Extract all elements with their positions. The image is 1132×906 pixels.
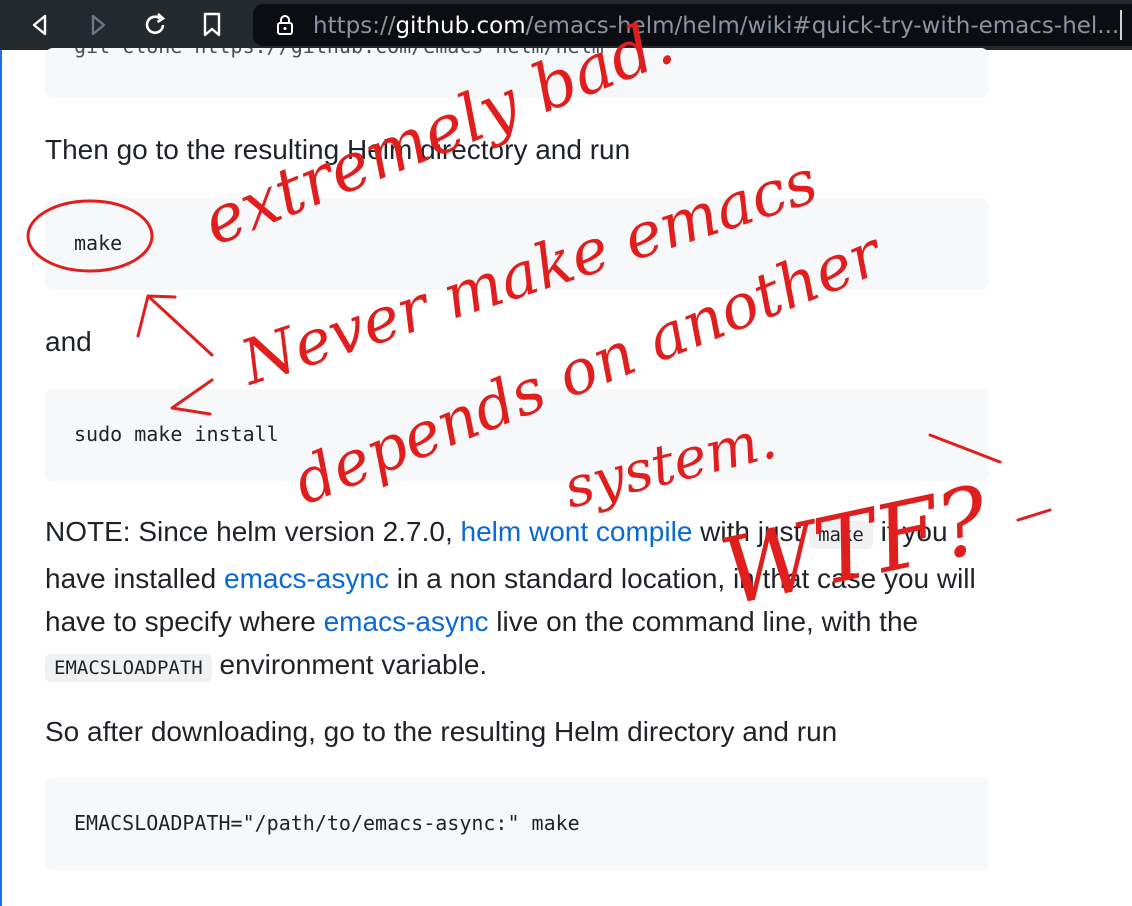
forward-icon [91, 14, 106, 36]
window-edge [0, 50, 2, 906]
paragraph-so-after: So after downloading, go to the resultin… [45, 716, 838, 747]
forward-button[interactable] [80, 8, 116, 42]
address-bar[interactable]: https://github.com/emacs-helm/helm/wiki#… [253, 4, 1132, 46]
inline-code-make: make [809, 521, 873, 549]
note-mid1: with just [692, 516, 810, 547]
code-clone-text: git clone https://github.com/emacs-helm/… [74, 48, 604, 58]
back-icon [32, 14, 47, 36]
link-emacs-async-1[interactable]: emacs-async [224, 563, 389, 594]
code-sudo-text: sudo make install [74, 422, 279, 446]
link-helm-wont-compile[interactable]: helm wont compile [461, 516, 693, 547]
code-make-text: make [74, 231, 123, 255]
code-block-clone: git clone https://github.com/emacs-helm/… [45, 48, 989, 98]
paragraph-then: Then go to the resulting Helm directory … [45, 134, 631, 165]
url-scheme: https:// [313, 13, 396, 39]
note-mid4: live on the command line, with the [488, 606, 919, 637]
code-block-sudo: sudo make install [45, 389, 989, 481]
note-suffix: environment variable. [211, 649, 488, 680]
lock-icon [277, 15, 293, 35]
inline-code-emacsloadpath: EMACSLOADPATH [45, 654, 212, 682]
paragraph-and: and [45, 326, 92, 357]
paragraph-note: NOTE: Since helm version 2.7.0, helm won… [45, 510, 1005, 690]
url-host: github.com [395, 13, 526, 39]
code-block-env-make: EMACSLOADPATH="/path/to/emacs-async:" ma… [45, 778, 989, 870]
link-emacs-async-2[interactable]: emacs-async [324, 606, 489, 637]
url-path: /emacs-helm/helm/wiki#quick-try-with-ema… [525, 13, 1120, 39]
note-prefix: NOTE: Since helm version 2.7.0, [45, 516, 461, 547]
reload-icon [145, 13, 166, 34]
back-button[interactable] [22, 8, 58, 42]
bookmark-button[interactable] [194, 8, 230, 42]
toolbar-divider [1120, 10, 1122, 40]
code-env-make-text: EMACSLOADPATH="/path/to/emacs-async:" ma… [74, 811, 580, 835]
code-block-make: make [45, 198, 989, 290]
reload-button[interactable] [137, 8, 173, 42]
url-text: https://github.com/emacs-helm/helm/wiki#… [313, 13, 1119, 39]
bookmark-icon [203, 12, 221, 37]
browser-toolbar: https://github.com/emacs-helm/helm/wiki#… [0, 0, 1132, 50]
